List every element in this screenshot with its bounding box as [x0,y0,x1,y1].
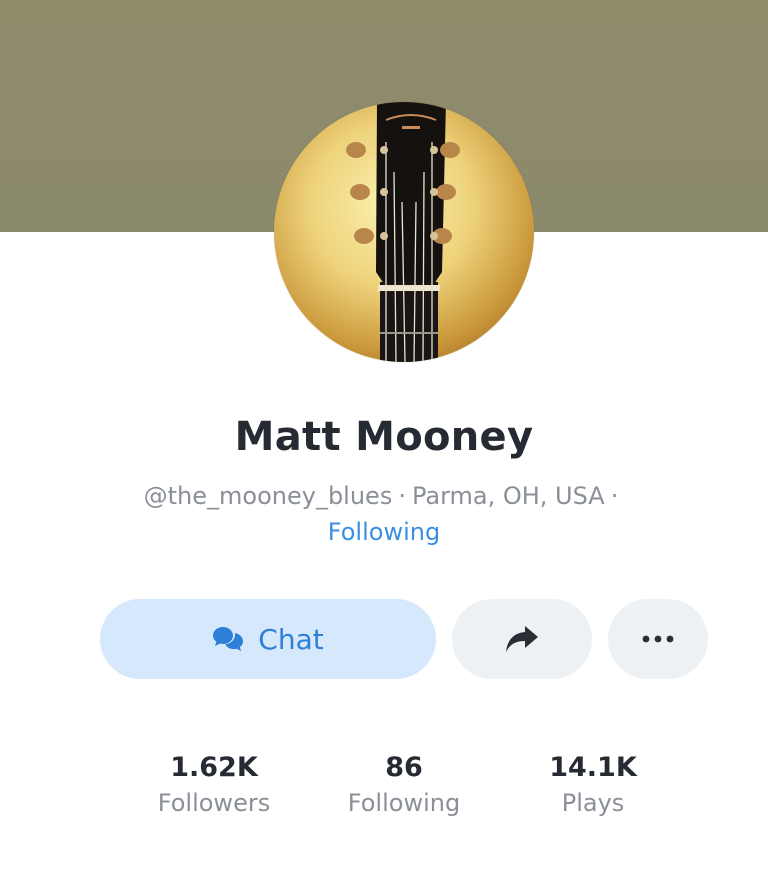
share-arrow-icon [506,626,538,652]
share-button[interactable] [452,599,592,679]
stat-label: Following [347,789,461,817]
profile-name: Matt Mooney [234,414,534,460]
more-dots-icon [642,635,674,643]
profile-location: Parma, OH, USA [411,482,605,510]
guitar-headstock-image [274,102,534,362]
stat-value: 86 [385,752,423,783]
avatar[interactable] [274,102,534,362]
chat-button-label: Chat [258,622,324,656]
profile-handle: @the_mooney_blues [143,482,393,510]
stat-followers[interactable]: 1.62K Followers [114,752,314,817]
stat-following[interactable]: 86 Following [304,752,504,817]
profile-stats: 1.62K Followers 86 Following 14.1K Plays [0,752,768,842]
follow-status-link[interactable]: Following [0,516,768,548]
chat-button[interactable]: Chat [100,599,436,679]
stat-value: 1.62K [170,752,258,783]
stat-label: Plays [561,789,625,817]
stat-plays[interactable]: 14.1K Plays [493,752,693,817]
more-options-button[interactable] [608,599,708,679]
meta-separator: · [610,482,619,510]
stat-value: 14.1K [549,752,637,783]
stat-label: Followers [157,789,271,817]
action-buttons: Chat [0,599,768,679]
chat-bubbles-icon [213,627,244,651]
profile-page: Matt Mooney @the_mooney_blues · Parma, OH,… [0,0,768,896]
profile-meta: @the_mooney_blues · Parma, OH, USA · Follow… [0,480,768,548]
meta-separator: · [398,482,406,510]
